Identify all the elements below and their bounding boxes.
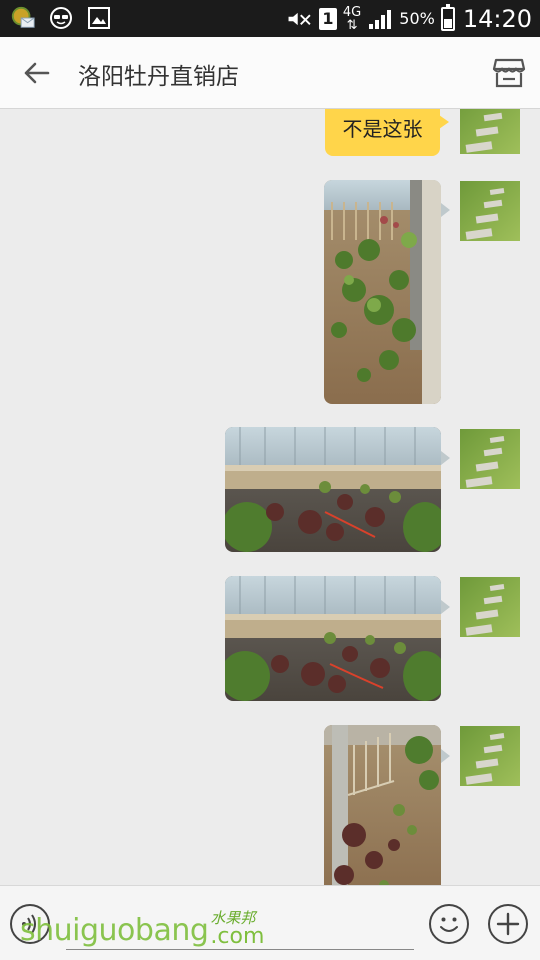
page-title: 洛阳牡丹直销店: [78, 64, 239, 90]
gallery-icon: [86, 5, 112, 31]
image-message[interactable]: [324, 180, 441, 404]
avatar[interactable]: [460, 109, 520, 154]
image-message[interactable]: [225, 576, 441, 701]
voice-button[interactable]: [10, 904, 50, 944]
signal-icon: [367, 6, 393, 32]
battery-icon: [440, 3, 455, 31]
store-icon: [492, 58, 526, 88]
message-text: 不是这张: [342, 117, 423, 141]
status-time: 14:20: [462, 4, 532, 33]
image-message[interactable]: [324, 725, 441, 885]
sunglasses-icon: [48, 5, 74, 31]
avatar-image: [460, 577, 520, 637]
avatar-image: [460, 109, 520, 154]
avatar[interactable]: [460, 726, 520, 786]
more-button[interactable]: [488, 904, 528, 944]
garden-photo: [324, 725, 441, 885]
arrow-back-icon: [24, 62, 50, 84]
back-button[interactable]: [14, 53, 58, 93]
mute-icon: [287, 6, 313, 32]
garden-photo: [225, 427, 441, 552]
message-input[interactable]: [66, 902, 414, 950]
avatar[interactable]: [460, 429, 520, 489]
status-left-icons: [10, 5, 112, 31]
input-bar: [0, 885, 540, 960]
emoji-button[interactable]: [429, 904, 469, 944]
avatar-image: [460, 429, 520, 489]
message-bubble[interactable]: 不是这张: [325, 109, 449, 156]
data-arrows-icon: ⇅: [346, 17, 358, 33]
bubble-tail: [441, 749, 450, 763]
avatar-image: [460, 726, 520, 786]
smiley-icon: [440, 917, 458, 932]
bubble-tail: [441, 600, 450, 614]
bubble-tail: [441, 451, 450, 465]
plus-icon: [496, 912, 520, 936]
avatar-image: [460, 181, 520, 241]
network-type: 4G ⇅: [343, 6, 361, 32]
image-message[interactable]: [225, 427, 441, 552]
status-right-icons: 1 4G ⇅ 50% 14:20: [287, 0, 532, 37]
title-bar: 洛阳牡丹直销店: [0, 37, 540, 109]
avatar[interactable]: [460, 577, 520, 637]
battery-percent: 50%: [399, 9, 435, 28]
status-bar: 1 4G ⇅ 50% 14:20: [0, 0, 540, 37]
bubble-tail: [441, 203, 450, 217]
notification-icon: [10, 5, 36, 31]
chat-messages[interactable]: 不是这张: [0, 109, 540, 885]
avatar[interactable]: [460, 181, 520, 241]
voice-icon: [22, 914, 36, 934]
garden-photo: [324, 180, 441, 404]
sim-slot-indicator: 1: [318, 7, 337, 30]
garden-photo: [225, 576, 441, 701]
store-button[interactable]: [486, 51, 532, 95]
battery-fill: [443, 18, 452, 28]
